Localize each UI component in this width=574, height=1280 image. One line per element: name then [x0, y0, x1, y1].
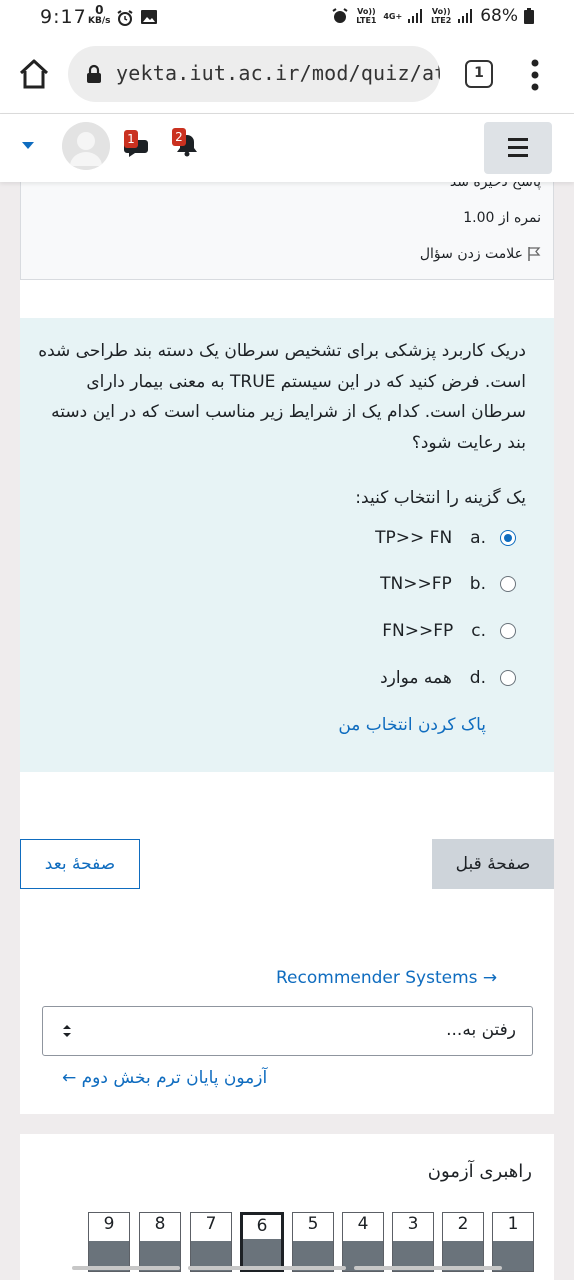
option-c[interactable]: c. FN>>FP	[382, 619, 516, 643]
clock: 9:17	[40, 6, 87, 28]
network-speed: 0 KB/s	[88, 4, 110, 26]
avatar[interactable]	[62, 122, 110, 170]
answer-prompt: یک گزینه را انتخاب کنید:	[355, 488, 526, 508]
question-info: پاسخ ذخیره شد نمره از 1.00 علامت زدن سؤا…	[20, 174, 554, 280]
hamburger-line	[508, 146, 528, 149]
user-menu-caret-icon[interactable]	[22, 142, 34, 149]
network-speed-unit: KB/s	[88, 16, 111, 26]
address-bar[interactable]: yekta.iut.ac.ir/mod/quiz/atte	[68, 46, 440, 102]
quiz-nav-number: 5	[307, 1214, 319, 1234]
sim2-label: Vo)) LTE2	[431, 7, 452, 25]
hamburger-line	[508, 154, 528, 157]
home-icon[interactable]	[16, 56, 52, 92]
alarm-status-icon	[332, 8, 348, 23]
sim1-indicator: Vo)) LTE1	[355, 7, 377, 25]
gesture-segment	[188, 1266, 346, 1270]
flag-question-label: علامت زدن سؤال	[419, 246, 523, 262]
question-form: دریک کاربرد پزشکی برای تشخیص سرطان یک دس…	[20, 318, 554, 772]
sim1-label: Vo)) LTE1	[356, 7, 377, 25]
quiz-navigation-block: راهبری آزمون 1 2 3 4 5 6 7 8 9	[20, 1134, 554, 1280]
option-b-radio[interactable]	[500, 576, 516, 592]
flag-question-link[interactable]: علامت زدن سؤال	[420, 246, 541, 262]
messages-badge: 1	[124, 130, 138, 148]
previous-page-button[interactable]: صفحهٔ قبل	[432, 839, 554, 889]
quiz-nav-number: 7	[205, 1214, 217, 1234]
signal-icon	[408, 9, 423, 23]
option-c-text: FN>>FP	[382, 621, 454, 641]
jump-to-value: رفتن به...	[446, 1020, 516, 1040]
quiz-nav-number: 6	[256, 1216, 268, 1236]
more-vert-icon[interactable]	[528, 58, 542, 92]
main-content: پاسخ ذخیره شد نمره از 1.00 علامت زدن سؤا…	[20, 174, 554, 1114]
gesture-bar	[72, 1266, 502, 1270]
quiz-nav-question-1[interactable]: 1	[492, 1212, 534, 1272]
clear-choice-link[interactable]: پاک کردن انتخاب من	[338, 715, 486, 735]
signal-icon-2	[458, 9, 473, 23]
gesture-segment	[354, 1266, 502, 1270]
select-arrows-icon	[63, 1025, 71, 1037]
answered-indicator	[243, 1239, 281, 1269]
hamburger-line	[508, 138, 528, 141]
lock-icon	[87, 64, 101, 83]
option-c-letter: c.	[471, 621, 486, 641]
quiz-nav-question-8[interactable]: 8	[139, 1212, 181, 1272]
option-b-text: TN>>FP	[380, 574, 452, 594]
option-b[interactable]: b. TN>>FP	[380, 572, 516, 596]
status-indicators: Vo)) LTE1 4G+ Vo)) LTE2 68%	[331, 6, 534, 26]
quiz-nav-question-7[interactable]: 7	[190, 1212, 232, 1272]
jump-to-select[interactable]: رفتن به...	[42, 1006, 533, 1056]
option-c-radio[interactable]	[500, 623, 516, 639]
quiz-nav-question-6[interactable]: 6	[240, 1212, 284, 1272]
option-d[interactable]: d. همه موارد	[380, 666, 516, 690]
image-icon	[141, 10, 157, 24]
sim2-indicator: Vo)) LTE2	[430, 7, 452, 25]
quiz-nav-question-2[interactable]: 2	[442, 1212, 484, 1272]
messages-toggle[interactable]: 1	[124, 130, 154, 160]
previous-activity-link[interactable]: آزمون پایان ترم بخش دوم ←	[62, 1068, 267, 1088]
url-text: yekta.iut.ac.ir/mod/quiz/atte	[116, 61, 440, 85]
question-grade: نمره از 1.00	[463, 210, 541, 226]
option-a-radio[interactable]	[500, 530, 516, 546]
battery-icon	[524, 8, 534, 24]
network-speed-value: 0	[95, 3, 104, 17]
option-d-radio[interactable]	[500, 670, 516, 686]
quiz-nav-number: 8	[154, 1214, 166, 1234]
browser-toolbar: yekta.iut.ac.ir/mod/quiz/atte 1	[0, 36, 574, 114]
quiz-navigation-title: راهبری آزمون	[427, 1161, 532, 1182]
question-text: دریک کاربرد پزشکی برای تشخیص سرطان یک دس…	[38, 341, 526, 453]
option-a-text: TP>> FN	[375, 528, 453, 548]
alarm-icon	[117, 10, 133, 26]
flag-icon	[528, 247, 541, 261]
option-d-text: همه موارد	[380, 668, 452, 688]
option-d-letter: d.	[469, 668, 486, 688]
status-bar: 9:17 0 KB/s Vo)) LTE1 4G+ Vo)) LTE2 68%	[0, 0, 574, 36]
option-a[interactable]: a. TP>> FN	[375, 526, 516, 550]
quiz-nav-number: 3	[407, 1214, 419, 1234]
site-navbar: 1 2	[0, 114, 574, 182]
quiz-nav-question-4[interactable]: 4	[342, 1212, 384, 1272]
quiz-nav-question-3[interactable]: 3	[392, 1212, 434, 1272]
quiz-nav-number: 2	[457, 1214, 469, 1234]
notifications-badge: 2	[172, 128, 186, 146]
next-activity-link[interactable]: Recommender Systems →	[276, 968, 497, 988]
notifications-toggle[interactable]: 2	[172, 128, 202, 160]
quiz-nav-number: 4	[357, 1214, 369, 1234]
option-b-letter: b.	[469, 574, 486, 594]
quiz-nav-question-9[interactable]: 9	[88, 1212, 130, 1272]
network-gen: 4G+	[383, 11, 403, 21]
gesture-segment	[72, 1266, 180, 1270]
quiz-nav-question-5[interactable]: 5	[292, 1212, 334, 1272]
next-page-button[interactable]: صفحهٔ بعد	[20, 839, 140, 889]
battery-percent: 68%	[480, 6, 518, 26]
hamburger-menu-button[interactable]	[484, 122, 552, 174]
option-a-letter: a.	[470, 528, 486, 548]
quiz-nav-number: 9	[103, 1214, 115, 1234]
avatar-placeholder-icon	[62, 122, 110, 170]
quiz-nav-number: 1	[507, 1214, 519, 1234]
tabs-button[interactable]: 1	[465, 60, 493, 88]
